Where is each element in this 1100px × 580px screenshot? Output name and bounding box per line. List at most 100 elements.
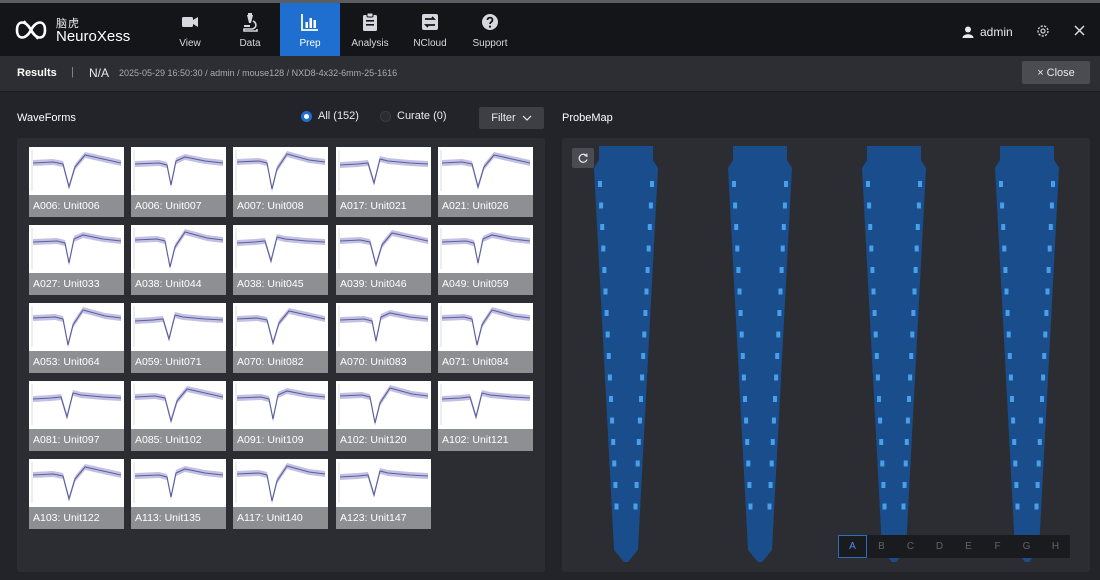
- probe-contact[interactable]: [1036, 460, 1041, 467]
- waveform-card[interactable]: A071: Unit084: [438, 303, 533, 373]
- probe-contact[interactable]: [604, 310, 609, 316]
- probe-contact[interactable]: [872, 310, 877, 316]
- probe-contact[interactable]: [1046, 267, 1051, 273]
- probe-contact[interactable]: [734, 224, 739, 230]
- probe-contact[interactable]: [1040, 396, 1044, 402]
- probe-contact[interactable]: [645, 267, 650, 273]
- radio-curate[interactable]: Curate (0): [380, 110, 447, 122]
- probe-contact[interactable]: [737, 288, 742, 295]
- probe-contact[interactable]: [902, 482, 907, 488]
- probe-contact[interactable]: [610, 417, 615, 424]
- probe-contact[interactable]: [736, 267, 741, 273]
- waveform-card[interactable]: A117: Unit140: [233, 459, 328, 529]
- nav-view[interactable]: View: [160, 3, 220, 56]
- probe-contact[interactable]: [909, 353, 914, 359]
- probe-contact[interactable]: [904, 439, 909, 445]
- probe-contact[interactable]: [1000, 202, 1005, 209]
- probe-contact[interactable]: [1045, 288, 1050, 295]
- probe-contact[interactable]: [775, 353, 780, 359]
- waveform-card[interactable]: A070: Unit083: [336, 303, 431, 373]
- probe-contact[interactable]: [1003, 267, 1008, 273]
- probe-contact[interactable]: [911, 310, 916, 316]
- probe-contact[interactable]: [745, 439, 750, 445]
- probe-contact[interactable]: [784, 181, 788, 187]
- nav-support[interactable]: Support: [460, 3, 520, 56]
- probe-contact[interactable]: [609, 396, 613, 402]
- waveform-card[interactable]: A102: Unit120: [336, 381, 431, 451]
- probe-contact[interactable]: [613, 482, 618, 488]
- probe-contact[interactable]: [870, 267, 875, 273]
- probe-contact[interactable]: [639, 396, 643, 402]
- probe-contact[interactable]: [1043, 331, 1048, 338]
- probe-contact[interactable]: [747, 482, 752, 488]
- probe-contact[interactable]: [1035, 482, 1040, 488]
- probe-contact[interactable]: [741, 374, 746, 381]
- probe-contact[interactable]: [746, 460, 751, 467]
- waveform-card[interactable]: A070: Unit082: [233, 303, 328, 373]
- probe-contact[interactable]: [636, 439, 641, 445]
- probe-contact[interactable]: [1048, 224, 1053, 230]
- probe-contact[interactable]: [1037, 439, 1042, 445]
- probe-contact[interactable]: [606, 353, 611, 359]
- probe-contact[interactable]: [768, 482, 773, 488]
- probe-contact[interactable]: [769, 460, 774, 467]
- probe-contact[interactable]: [1042, 353, 1047, 359]
- waveform-card[interactable]: A102: Unit121: [438, 381, 533, 451]
- probe-contact[interactable]: [601, 245, 606, 252]
- probe-contact[interactable]: [910, 331, 915, 338]
- probe-contact[interactable]: [607, 374, 612, 381]
- probe-contact[interactable]: [913, 267, 918, 273]
- bank-tab-f[interactable]: F: [983, 535, 1012, 558]
- probe-contact[interactable]: [642, 331, 647, 338]
- probe-contact[interactable]: [882, 503, 887, 510]
- user-menu[interactable]: admin: [962, 25, 1013, 39]
- probe-contact[interactable]: [633, 503, 638, 510]
- probe-contact[interactable]: [1041, 374, 1046, 381]
- probe-contact[interactable]: [881, 482, 886, 488]
- probe-contact[interactable]: [635, 460, 640, 467]
- probe-contact[interactable]: [779, 267, 784, 273]
- waveform-card[interactable]: A006: Unit007: [131, 147, 226, 217]
- nav-prep[interactable]: Prep: [280, 3, 340, 56]
- probe-contact[interactable]: [999, 181, 1003, 187]
- waveform-card[interactable]: A103: Unit122: [29, 459, 124, 529]
- probe-contact[interactable]: [1049, 202, 1054, 209]
- probe-contact[interactable]: [614, 503, 619, 510]
- probe-contact[interactable]: [1004, 288, 1009, 295]
- waveform-card[interactable]: A021: Unit026: [438, 147, 533, 217]
- probe-contact[interactable]: [1006, 331, 1011, 338]
- probe-contact[interactable]: [637, 417, 642, 424]
- probe-contact[interactable]: [612, 460, 617, 467]
- probe-contact[interactable]: [916, 202, 921, 209]
- probe-contact[interactable]: [1015, 503, 1020, 510]
- waveform-card[interactable]: A027: Unit033: [29, 225, 124, 295]
- probe-contact[interactable]: [869, 245, 874, 252]
- probe-contact[interactable]: [733, 202, 738, 209]
- probe-contact[interactable]: [1011, 417, 1016, 424]
- bank-tab-c[interactable]: C: [896, 535, 925, 558]
- probe-contact[interactable]: [603, 288, 608, 295]
- probe-contact[interactable]: [648, 202, 653, 209]
- probe-contact[interactable]: [1008, 374, 1013, 381]
- probe-contact[interactable]: [874, 353, 879, 359]
- waveform-card[interactable]: A081: Unit097: [29, 381, 124, 451]
- waveform-card[interactable]: A039: Unit046: [336, 225, 431, 295]
- probe-contact[interactable]: [875, 374, 880, 381]
- bank-tab-b[interactable]: B: [867, 535, 896, 558]
- waveform-card[interactable]: A113: Unit135: [131, 459, 226, 529]
- probe-contact[interactable]: [748, 503, 753, 510]
- probe-contact[interactable]: [1044, 310, 1049, 316]
- probe-contact[interactable]: [918, 181, 922, 187]
- bank-tab-g[interactable]: G: [1012, 535, 1041, 558]
- bank-tab-d[interactable]: D: [925, 535, 954, 558]
- probe-contact[interactable]: [605, 331, 610, 338]
- probe-contact[interactable]: [903, 460, 908, 467]
- probe-contact[interactable]: [738, 310, 743, 316]
- probe-contact[interactable]: [866, 181, 870, 187]
- probe-contact[interactable]: [650, 181, 654, 187]
- probe-contact[interactable]: [879, 439, 884, 445]
- probe-contact[interactable]: [1010, 396, 1014, 402]
- probe-contact[interactable]: [774, 374, 779, 381]
- waveform-card[interactable]: A017: Unit021: [336, 147, 431, 217]
- probe-contact[interactable]: [744, 417, 749, 424]
